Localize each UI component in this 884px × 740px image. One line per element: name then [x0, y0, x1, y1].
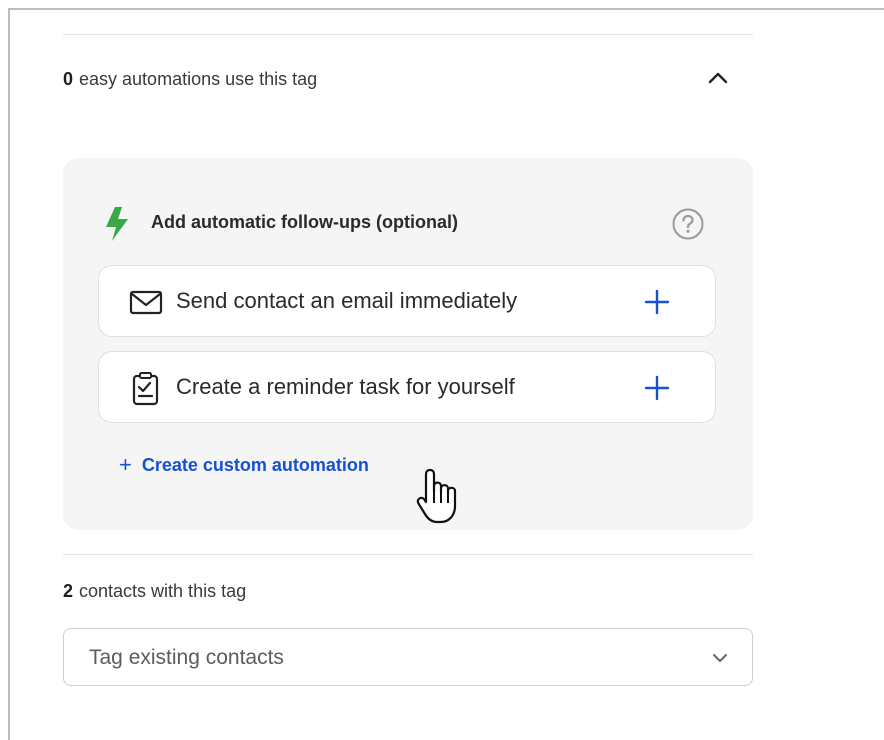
collapse-chevron-up-icon[interactable] [704, 66, 732, 90]
add-send-email-plus-icon[interactable] [642, 287, 672, 317]
window-border-left [8, 8, 10, 740]
automations-label: easy automations use this tag [79, 69, 318, 89]
help-question-icon[interactable] [671, 207, 705, 241]
add-create-task-plus-icon[interactable] [642, 373, 672, 403]
window-border-top [8, 8, 884, 10]
plus-icon: + [119, 452, 132, 477]
section-divider [63, 34, 753, 35]
tag-existing-contacts-select[interactable]: Tag existing contacts [63, 628, 753, 686]
section-divider [63, 554, 753, 555]
clipboard-task-icon [129, 372, 163, 406]
action-send-email-label: Send contact an email immediately [176, 288, 518, 313]
contacts-section-header: 2 contacts with this tag [63, 581, 246, 602]
create-custom-automation-label: Create custom automation [141, 455, 369, 475]
hand-pointer-cursor-icon [413, 466, 465, 528]
action-create-task-card[interactable]: Create a reminder task for yourself [98, 351, 716, 423]
envelope-icon [129, 286, 163, 318]
contacts-count: 2 [63, 581, 74, 601]
tag-existing-contacts-placeholder: Tag existing contacts [89, 646, 284, 669]
action-send-email-card[interactable]: Send contact an email immediately [98, 265, 716, 337]
followups-title: Add automatic follow-ups (optional) [151, 212, 458, 232]
automations-count: 0 [63, 69, 74, 89]
chevron-down-icon [709, 647, 731, 669]
lightning-bolt-icon [104, 206, 130, 242]
automations-section-header: 0 easy automations use this tag [63, 69, 317, 90]
create-custom-automation-link[interactable]: + Create custom automation [119, 452, 369, 478]
action-create-task-label: Create a reminder task for yourself [176, 374, 515, 399]
contacts-label: contacts with this tag [79, 581, 247, 601]
